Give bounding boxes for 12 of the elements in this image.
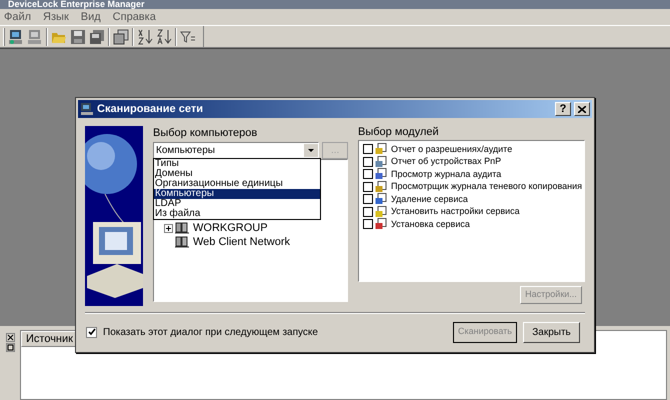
module-name: Установка сервиса — [391, 218, 470, 231]
section-label: Выбор модулей — [358, 126, 440, 140]
module-name: Установить настройки сервиса — [391, 205, 520, 218]
dialog-title: Сканирование сети — [97, 102, 204, 117]
module-name: Отчет об устройствах PnP — [391, 155, 502, 168]
module-name: Просмотр журнала аудита — [391, 168, 502, 181]
module-name: Просмотрщик журнала теневого копирования — [391, 180, 582, 193]
section-label: Выбор компьютеров — [153, 126, 258, 141]
checkbox-label: Показать этот диалог при следующем запуске — [103, 326, 319, 340]
module-name: Отчет о разрешениях/аудите — [391, 142, 512, 156]
window-title: DeviceLock Enterprise Manager — [8, 0, 145, 9]
module-name: Удаление сервиса — [391, 192, 468, 206]
